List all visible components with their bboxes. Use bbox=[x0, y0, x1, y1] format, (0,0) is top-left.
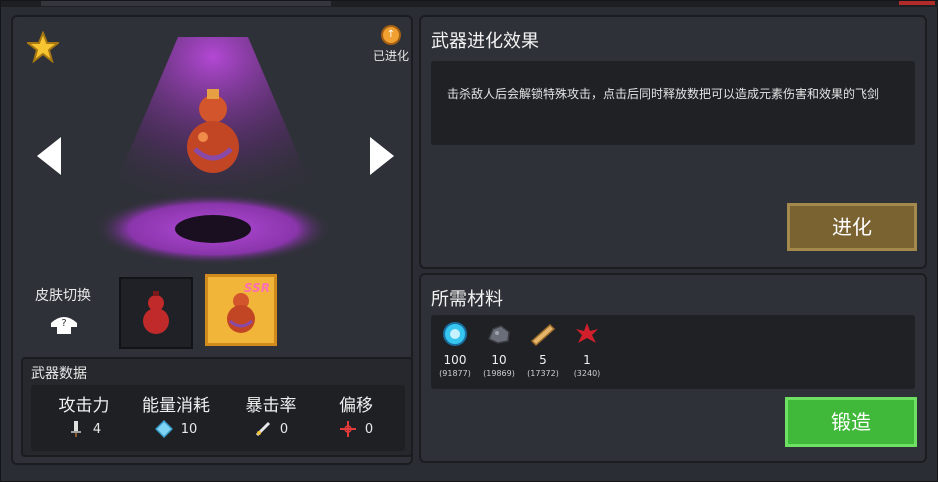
materials-list: 100 (91877) 10 (19869) 5 (17372) 1 (3240… bbox=[431, 315, 915, 389]
stat-value: 0 bbox=[279, 421, 289, 437]
skin-default-slot[interactable] bbox=[119, 277, 193, 349]
svg-text:?: ? bbox=[61, 318, 66, 329]
materials-panel: 所需材料 100 (91877) 10 (19869) 5 (17372) 1 … bbox=[419, 273, 927, 463]
weapon-stats-panel: 武器数据 攻击力 4 能量消耗 10 暴击率 0 偏移 0 bbox=[21, 357, 413, 457]
close-tab[interactable] bbox=[899, 1, 935, 5]
stat-attack: 攻击力 4 bbox=[45, 391, 123, 438]
wood-plank-icon bbox=[530, 323, 556, 347]
stat-crit-rate: 暴击率 0 bbox=[235, 391, 307, 438]
material-count: 5 bbox=[539, 353, 547, 367]
weapon-screen: ↑ 已进化 皮肤切换 ? SSR 武器数据 攻击力 4 能量消耗 10 暴击率 … bbox=[0, 0, 938, 482]
ore-rock-icon bbox=[488, 325, 510, 344]
stats-title: 武器数据 bbox=[31, 366, 87, 382]
weapon-preview-panel: ↑ 已进化 皮肤切换 ? SSR 武器数据 攻击力 4 能量消耗 10 暴击率 … bbox=[11, 15, 413, 465]
stat-value: 0 bbox=[364, 421, 374, 437]
sword-icon bbox=[70, 421, 81, 437]
evolution-panel: 武器进化效果 击杀敌人后会解锁特殊攻击，点击后同时释放数把可以造成元素伤害和效果… bbox=[419, 15, 927, 269]
crit-dagger-icon bbox=[255, 421, 270, 437]
skin-ssr-slot[interactable]: SSR bbox=[205, 274, 277, 346]
material-item: 5 (17372) bbox=[523, 321, 563, 378]
stats-list: 攻击力 4 能量消耗 10 暴击率 0 偏移 0 bbox=[31, 385, 405, 451]
weapon-spotlight bbox=[93, 37, 333, 265]
ssr-tag: SSR bbox=[243, 281, 270, 295]
blue-gem-icon bbox=[443, 322, 467, 346]
top-bar bbox=[1, 1, 938, 7]
stat-energy-cost: 能量消耗 10 bbox=[131, 391, 221, 438]
material-owned: (3240) bbox=[573, 369, 601, 378]
material-item: 100 (91877) bbox=[435, 321, 475, 378]
evolution-title: 武器进化效果 bbox=[431, 31, 539, 52]
crosshair-icon bbox=[339, 421, 356, 437]
material-count: 1 bbox=[583, 353, 591, 367]
top-tab bbox=[41, 1, 331, 6]
stat-value: 4 bbox=[92, 421, 102, 437]
material-owned: (91877) bbox=[439, 369, 471, 378]
material-owned: (19869) bbox=[483, 369, 515, 378]
skin-switch-icon[interactable]: ? bbox=[49, 313, 79, 335]
material-count: 100 bbox=[443, 353, 467, 367]
material-count: 10 bbox=[491, 353, 507, 367]
prev-weapon-arrow-icon[interactable] bbox=[35, 135, 63, 177]
stat-name: 能量消耗 bbox=[142, 396, 210, 416]
stat-value: 10 bbox=[180, 421, 198, 437]
next-weapon-arrow-icon[interactable] bbox=[368, 135, 396, 177]
material-item: 1 (3240) bbox=[567, 321, 607, 378]
evolve-button[interactable]: 进化 bbox=[787, 203, 917, 251]
favorite-star-icon[interactable] bbox=[27, 31, 59, 63]
evolved-arrow-icon: ↑ bbox=[381, 25, 401, 45]
stat-name: 偏移 bbox=[339, 396, 373, 416]
forge-button[interactable]: 锻造 bbox=[785, 397, 917, 447]
evolution-description-box: 击杀敌人后会解锁特殊攻击，点击后同时释放数把可以造成元素伤害和效果的飞剑 bbox=[431, 61, 915, 145]
material-item: 10 (19869) bbox=[479, 321, 519, 378]
evolution-description: 击杀敌人后会解锁特殊攻击，点击后同时释放数把可以造成元素伤害和效果的飞剑 bbox=[447, 87, 880, 101]
skin-switch-label: 皮肤切换 bbox=[35, 288, 91, 304]
evolved-label: 已进化 bbox=[372, 49, 409, 63]
material-owned: (17372) bbox=[527, 369, 559, 378]
red-leaf-icon bbox=[576, 323, 598, 343]
stat-name: 暴击率 bbox=[245, 396, 297, 416]
stat-offset: 偏移 0 bbox=[321, 391, 391, 438]
red-gourd-icon bbox=[143, 291, 169, 334]
evolved-badge: ↑ 已进化 bbox=[368, 25, 414, 64]
stat-name: 攻击力 bbox=[58, 396, 110, 416]
diamond-energy-icon bbox=[154, 420, 173, 438]
materials-title: 所需材料 bbox=[431, 289, 503, 310]
